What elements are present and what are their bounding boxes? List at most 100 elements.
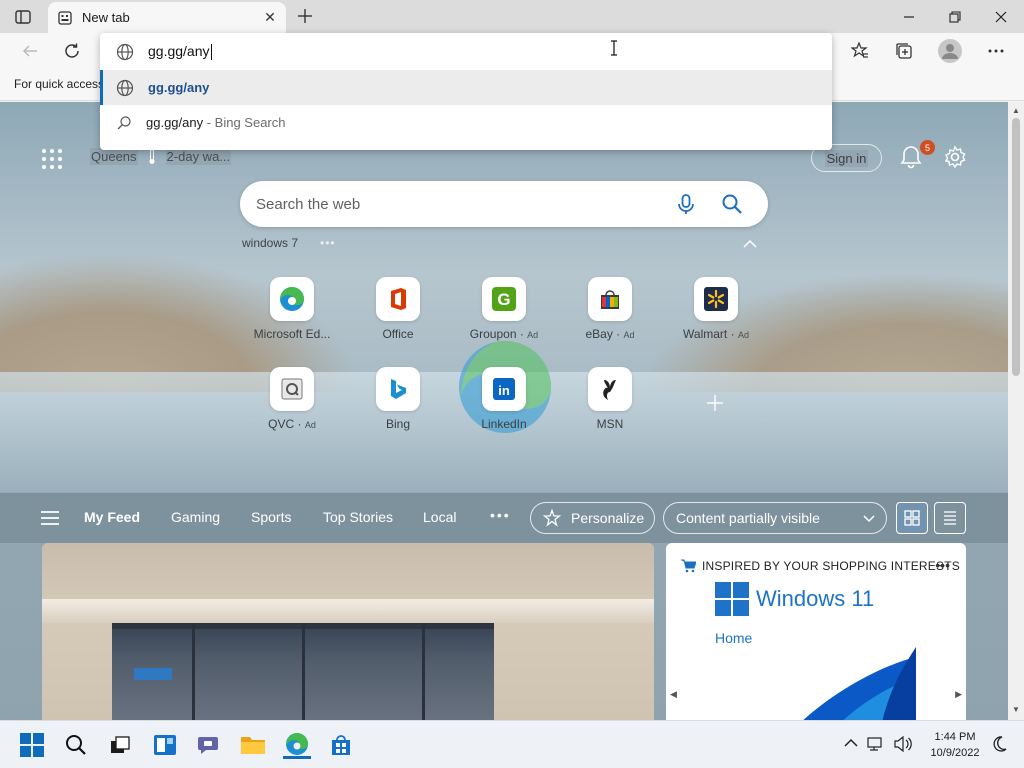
trending-more-button[interactable]: ••• — [320, 236, 336, 250]
star-list-icon — [851, 42, 868, 58]
refresh-button[interactable] — [58, 37, 86, 65]
task-view-button[interactable] — [106, 731, 134, 759]
globe-icon — [116, 79, 134, 96]
tab-actions-button[interactable] — [10, 6, 36, 28]
scroll-up-arrow[interactable]: ▲ — [1012, 106, 1020, 115]
start-button[interactable] — [18, 731, 46, 759]
app-launcher-button[interactable] — [40, 147, 64, 171]
taskbar-search-button[interactable] — [62, 731, 90, 759]
ad-badge: Ad — [623, 330, 635, 340]
feed-tab-my-feed[interactable]: My Feed — [84, 509, 140, 525]
suggestion-search[interactable]: gg.gg/any - Bing Search — [100, 105, 832, 140]
notification-moon-icon[interactable] — [990, 735, 1008, 753]
store-button[interactable] — [327, 731, 355, 759]
address-bar-text: gg.gg/any — [148, 42, 210, 59]
weather-widget[interactable]: Queens 2-day wa... — [90, 148, 232, 165]
address-bar[interactable]: gg.gg/any — [100, 33, 832, 70]
feed-tab-gaming[interactable]: Gaming — [171, 509, 220, 525]
quick-link-label: LinkedIn — [481, 417, 527, 431]
quick-link-groupon[interactable]: G Groupon · Ad — [454, 277, 554, 357]
profile-button[interactable] — [936, 37, 964, 65]
add-site-plus-icon[interactable] — [704, 392, 726, 414]
teams-chat-button[interactable] — [195, 731, 223, 759]
back-button[interactable] — [16, 37, 44, 65]
trending-item[interactable]: windows 7 — [242, 236, 298, 250]
store-icon — [332, 735, 350, 755]
quick-link-walmart[interactable]: Walmart · Ad — [666, 277, 766, 357]
content-visibility-dropdown[interactable]: Content partially visible — [663, 502, 887, 534]
shopping-product-name: Windows 11 — [756, 586, 875, 611]
list-icon — [944, 511, 956, 525]
news-image-pillar — [192, 623, 195, 720]
notification-badge: 5 — [920, 140, 935, 155]
widgets-button[interactable] — [151, 731, 179, 759]
file-explorer-button[interactable] — [239, 731, 267, 759]
web-search-box[interactable]: Search the web — [240, 181, 768, 227]
restore-button[interactable] — [932, 0, 978, 33]
more-horizontal-icon — [988, 49, 1004, 53]
suggestion-url[interactable]: gg.gg/any — [100, 70, 832, 105]
search-icon — [66, 735, 86, 755]
network-icon — [867, 737, 882, 751]
widgets-icon — [154, 735, 176, 755]
shopping-product-link[interactable]: Home — [715, 630, 752, 646]
feed-tab-top-stories[interactable]: Top Stories — [323, 509, 393, 525]
edge-taskbar-button[interactable] — [283, 731, 311, 759]
shopping-card[interactable]: INSPIRED BY YOUR SHOPPING INTERESTS ••• … — [666, 543, 966, 720]
feed-more-button[interactable]: ••• — [490, 507, 511, 523]
scrollbar-thumb[interactable] — [1012, 118, 1020, 376]
hamburger-menu-icon[interactable] — [40, 510, 60, 526]
address-bar-input: gg.gg/any — [148, 42, 212, 61]
tab-close-button[interactable]: ✕ — [260, 8, 280, 28]
quick-link-label: Walmart — [683, 327, 728, 341]
windows-logo-icon — [715, 582, 749, 616]
scroll-down-arrow[interactable]: ▼ — [1012, 705, 1020, 714]
news-image-pillar — [302, 623, 305, 720]
web-search-input[interactable]: Search the web — [256, 196, 674, 213]
feed-navigation: My Feed Gaming Sports Top Stories Local … — [0, 493, 1008, 543]
collections-button[interactable] — [890, 37, 918, 65]
search-icon[interactable] — [720, 192, 744, 216]
list-layout-button[interactable] — [934, 502, 966, 534]
quick-link-label: Office — [382, 327, 414, 341]
trending-searches: windows 7 ••• — [242, 236, 336, 250]
suggestion-url-text: gg.gg/any — [148, 80, 210, 95]
settings-more-button[interactable] — [982, 37, 1010, 65]
quick-link-ebay[interactable]: eBay · Ad — [560, 277, 660, 357]
system-clock[interactable]: 1:44 PM 10/9/2022 — [922, 729, 988, 761]
globe-icon — [116, 43, 134, 60]
new-tab-button[interactable] — [292, 4, 318, 28]
quick-link-microsoft-edge[interactable]: Microsoft Ed... — [242, 277, 342, 357]
network-tray-button[interactable] — [866, 733, 886, 755]
quick-link-qvc[interactable]: QVC · Ad — [242, 367, 342, 447]
shopping-card-more-button[interactable]: ••• — [935, 557, 950, 573]
page-scrollbar[interactable]: ▲ ▼ — [1008, 102, 1024, 720]
feed-tab-sports[interactable]: Sports — [251, 509, 291, 525]
quick-link-bing[interactable]: Bing — [348, 367, 448, 447]
refresh-icon — [65, 43, 79, 58]
chevron-up-icon[interactable] — [742, 238, 758, 250]
carousel-next-button[interactable]: ▶ — [955, 689, 962, 700]
favorites-button[interactable] — [846, 37, 874, 65]
chevron-up-icon[interactable] — [843, 735, 859, 751]
microphone-icon[interactable] — [674, 192, 698, 216]
minimize-button[interactable] — [886, 0, 932, 33]
content-visibility-value: Content partially visible — [676, 510, 820, 526]
quick-link-label: eBay — [585, 327, 613, 341]
news-card[interactable] — [42, 543, 654, 720]
volume-tray-button[interactable] — [892, 733, 914, 755]
gear-icon[interactable] — [942, 144, 968, 170]
grid-layout-button[interactable] — [896, 502, 928, 534]
news-image-railing — [42, 599, 654, 623]
close-window-button[interactable] — [978, 0, 1024, 33]
tab-new-tab[interactable]: New tab ✕ — [48, 2, 286, 33]
personalize-button[interactable]: Personalize — [530, 502, 655, 534]
quick-link-linkedin[interactable]: in LinkedIn — [454, 367, 554, 447]
groupon-icon: G — [482, 277, 526, 321]
quick-link-msn[interactable]: MSN — [560, 367, 660, 447]
quick-link-office[interactable]: Office — [348, 277, 448, 357]
text-cursor-icon — [611, 40, 617, 56]
carousel-prev-button[interactable]: ◀ — [670, 689, 677, 700]
edge-icon — [286, 732, 308, 755]
feed-tab-local[interactable]: Local — [423, 509, 456, 525]
